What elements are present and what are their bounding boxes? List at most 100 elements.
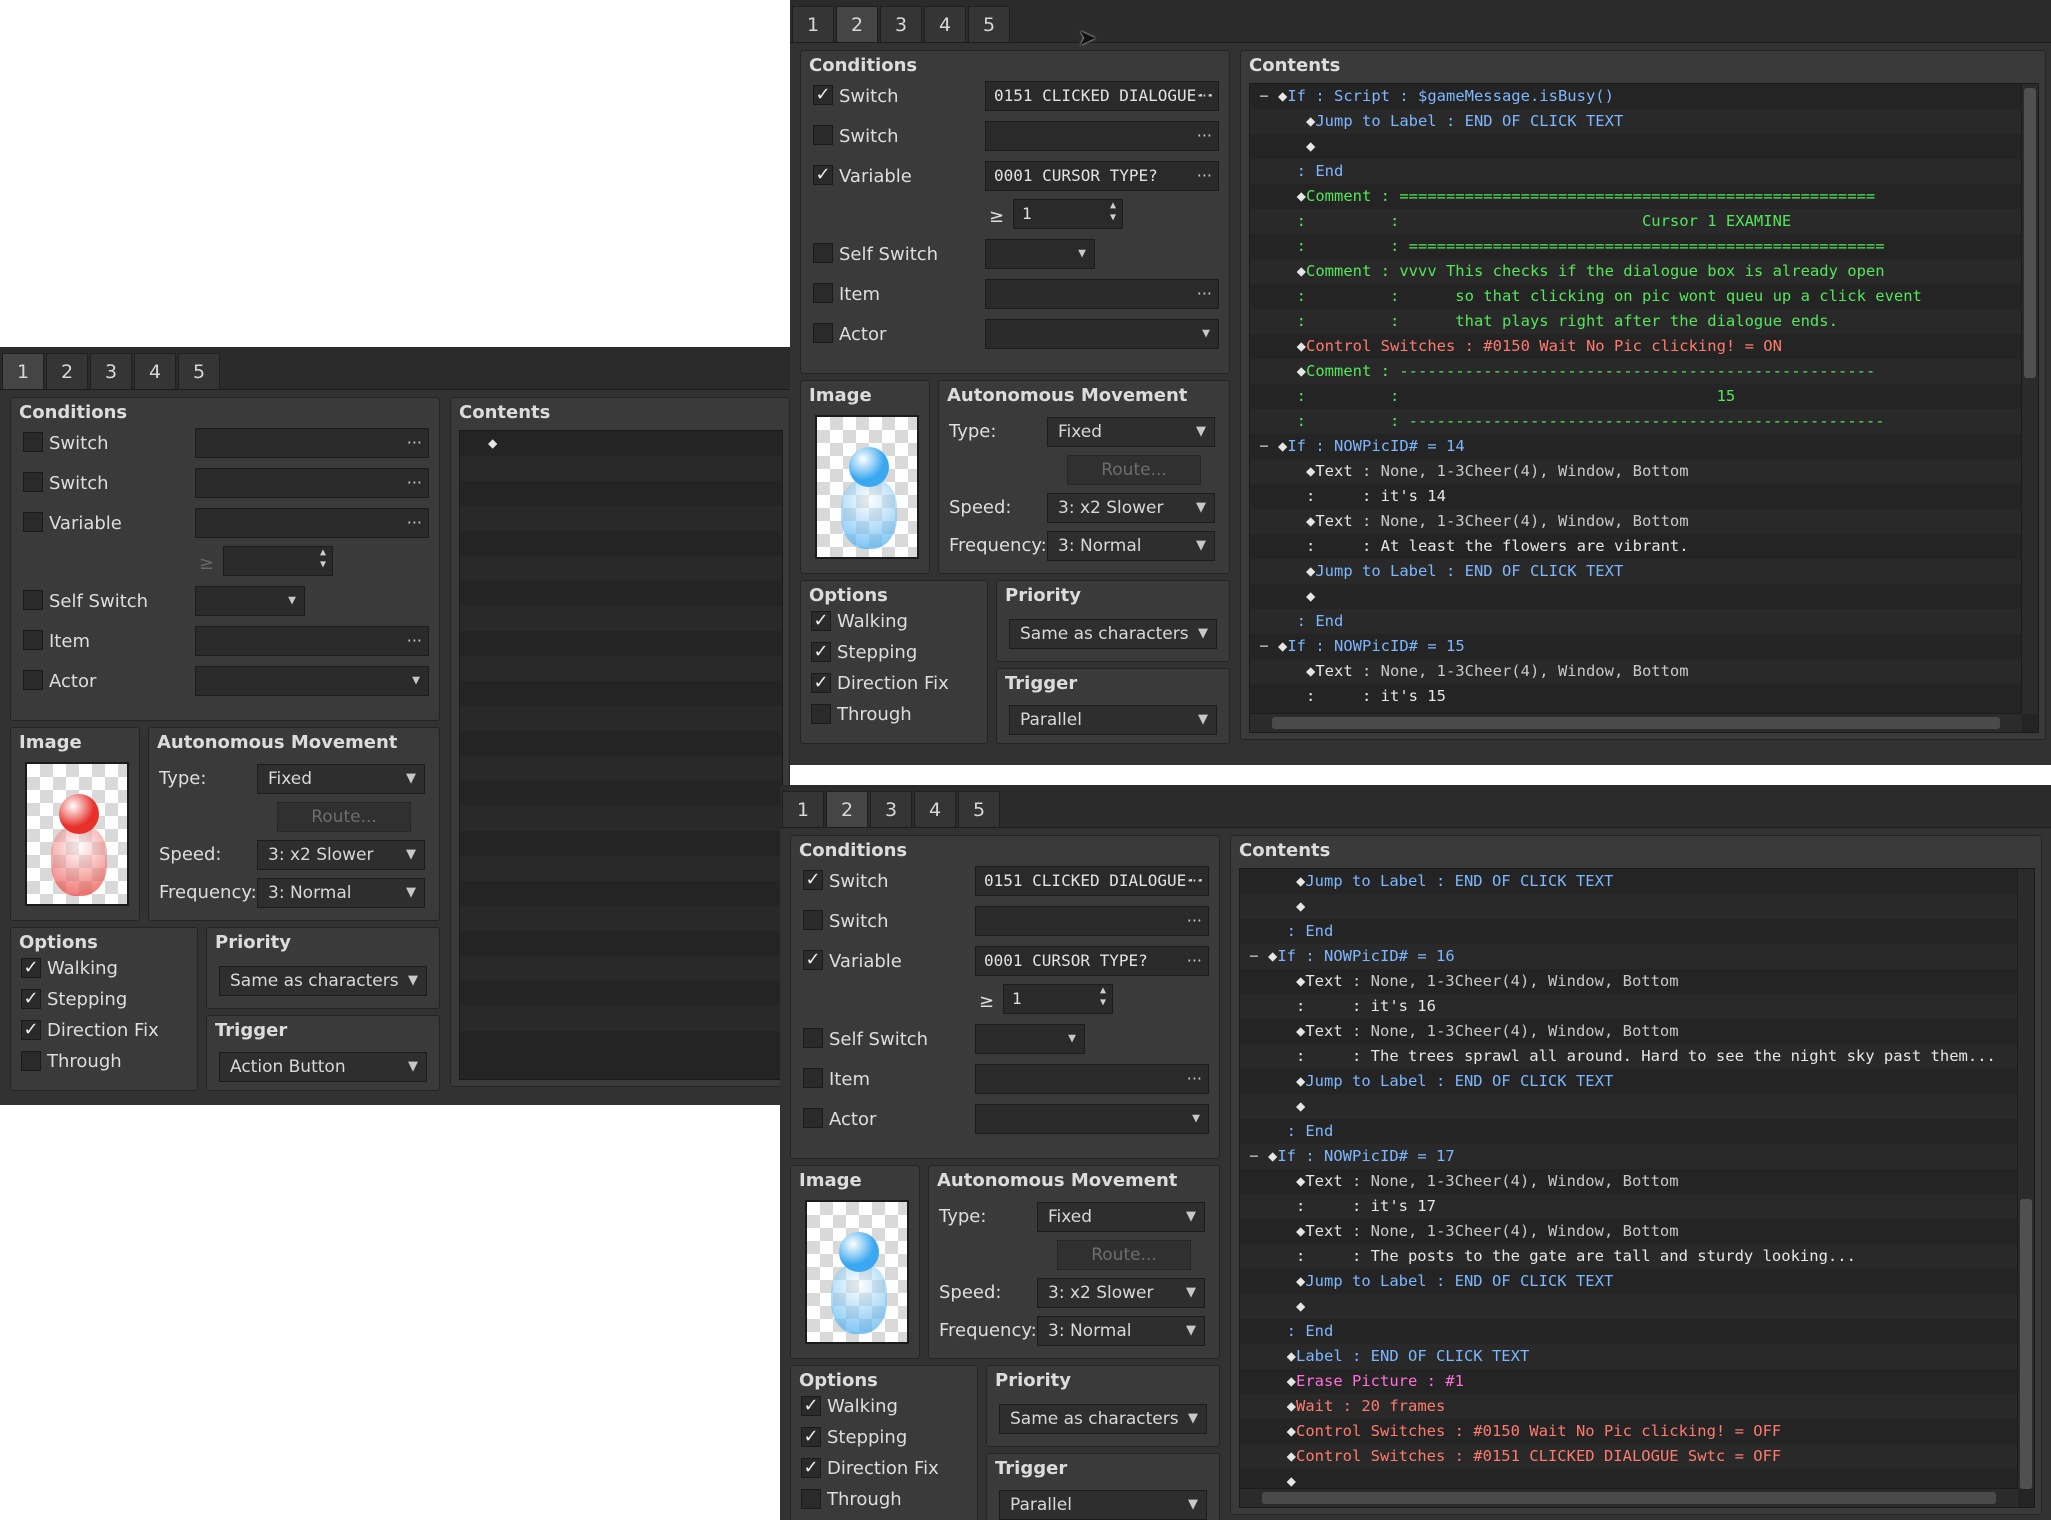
- variable-browse-icon[interactable]: ···: [1187, 947, 1202, 975]
- item-checkbox[interactable]: [813, 283, 833, 303]
- walking-checkbox[interactable]: ✓: [21, 958, 41, 978]
- command-row[interactable]: : End: [1240, 1119, 2034, 1144]
- command-row[interactable]: [460, 906, 782, 931]
- tab-3[interactable]: 3: [870, 791, 912, 827]
- actor-field[interactable]: ▼: [975, 1104, 1209, 1134]
- movement-frequency-select[interactable]: 3: Normal ▼: [1047, 531, 1215, 561]
- command-row[interactable]: ◆Control Switches : #0151 CLICKED DIALOG…: [1240, 1444, 2034, 1469]
- self-switch-checkbox[interactable]: [813, 243, 833, 263]
- self-switch-checkbox[interactable]: [23, 590, 43, 610]
- command-row[interactable]: [460, 856, 782, 881]
- tab-1[interactable]: 1: [2, 353, 44, 389]
- fold-toggle-icon[interactable]: −: [1240, 947, 1268, 965]
- item-browse-icon[interactable]: ···: [1187, 1065, 1202, 1093]
- fold-toggle-icon[interactable]: −: [1240, 1147, 1268, 1165]
- event-image-thumbnail[interactable]: [25, 762, 129, 906]
- command-row[interactable]: [460, 1006, 782, 1031]
- movement-type-select[interactable]: Fixed ▼: [1047, 417, 1215, 447]
- direction-fix-checkbox[interactable]: ✓: [801, 1458, 821, 1478]
- tab-4[interactable]: 4: [924, 6, 966, 42]
- command-row[interactable]: : : ====================================…: [1250, 234, 2038, 259]
- vertical-scrollbar[interactable]: [2021, 84, 2038, 714]
- switch-2-browse-icon[interactable]: ···: [1197, 122, 1212, 150]
- command-row[interactable]: : : 15: [1250, 384, 2038, 409]
- command-row[interactable]: − ◆If : NOWPicID# = 15: [1250, 634, 2038, 659]
- item-browse-icon[interactable]: ···: [1197, 280, 1212, 308]
- command-row[interactable]: : : At least the flowers are vibrant.: [1250, 534, 2038, 559]
- trigger-select[interactable]: Parallel ▼: [999, 1490, 1207, 1520]
- event-image-thumbnail[interactable]: [815, 415, 919, 559]
- variable-field[interactable]: 0001 CURSOR TYPE? ···: [985, 161, 1219, 191]
- tab-2[interactable]: 2: [46, 353, 88, 389]
- command-row[interactable]: : : it's 16: [1240, 994, 2034, 1019]
- movement-frequency-select[interactable]: 3: Normal ▼: [257, 878, 425, 908]
- item-field[interactable]: ···: [195, 626, 429, 656]
- fold-toggle-icon[interactable]: −: [1250, 637, 1278, 655]
- tab-3[interactable]: 3: [90, 353, 132, 389]
- command-row[interactable]: ◆: [1240, 1094, 2034, 1119]
- command-row[interactable]: − ◆If : NOWPicID# = 14: [1250, 434, 2038, 459]
- command-row[interactable]: [460, 831, 782, 856]
- scrollbar-thumb[interactable]: [2024, 88, 2036, 378]
- horizontal-scrollbar[interactable]: [1240, 1488, 2018, 1507]
- through-checkbox[interactable]: [801, 1489, 821, 1509]
- command-row[interactable]: [460, 981, 782, 1006]
- variable-browse-icon[interactable]: ···: [407, 509, 422, 537]
- fold-toggle-icon[interactable]: −: [1250, 87, 1278, 105]
- command-row[interactable]: ◆Control Switches : #0150 Wait No Pic cl…: [1250, 334, 2038, 359]
- command-row[interactable]: : : it's 14: [1250, 484, 2038, 509]
- command-row[interactable]: − ◆If : NOWPicID# = 16: [1240, 944, 2034, 969]
- command-row[interactable]: [460, 481, 782, 506]
- horizontal-scrollbar[interactable]: [1250, 713, 2022, 732]
- stepping-checkbox[interactable]: ✓: [801, 1427, 821, 1447]
- variable-checkbox[interactable]: [23, 512, 43, 532]
- command-row[interactable]: ◆Text : None, 1-3Cheer(4), Window, Botto…: [1240, 1219, 2034, 1244]
- switch-2-field[interactable]: ···: [975, 906, 1209, 936]
- command-row[interactable]: ◆: [1250, 134, 2038, 159]
- movement-frequency-select[interactable]: 3: Normal ▼: [1037, 1316, 1205, 1346]
- item-field[interactable]: ···: [985, 279, 1219, 309]
- switch-2-checkbox[interactable]: [803, 910, 823, 930]
- command-row[interactable]: : End: [1250, 159, 2038, 184]
- walking-checkbox[interactable]: ✓: [811, 611, 831, 631]
- command-row[interactable]: : : The posts to the gate are tall and s…: [1240, 1244, 2034, 1269]
- variable-amount-stepper[interactable]: ▲ ▼: [223, 546, 333, 576]
- self-switch-select[interactable]: ▼: [195, 586, 305, 616]
- command-row[interactable]: ◆Text : None, 1-3Cheer(4), Window, Botto…: [1250, 459, 2038, 484]
- switch-1-field[interactable]: 0151 CLICKED DIALOGUE··· ···: [975, 866, 1209, 896]
- actor-field[interactable]: ▼: [985, 319, 1219, 349]
- event-command-list[interactable]: ◆Jump to Label : END OF CLICK TEXT ◆ : E…: [1239, 868, 2035, 1508]
- command-row[interactable]: [460, 781, 782, 806]
- self-switch-checkbox[interactable]: [803, 1028, 823, 1048]
- tab-5[interactable]: 5: [968, 6, 1010, 42]
- command-row[interactable]: ◆Jump to Label : END OF CLICK TEXT: [1240, 1269, 2034, 1294]
- stepping-checkbox[interactable]: ✓: [21, 989, 41, 1009]
- command-row[interactable]: [460, 681, 782, 706]
- direction-fix-checkbox[interactable]: ✓: [811, 673, 831, 693]
- movement-speed-select[interactable]: 3: x2 Slower ▼: [1047, 493, 1215, 523]
- self-switch-select[interactable]: ▼: [975, 1024, 1085, 1054]
- command-row[interactable]: ◆Text : None, 1-3Cheer(4), Window, Botto…: [1240, 1169, 2034, 1194]
- event-command-list[interactable]: ◆: [459, 430, 783, 1080]
- priority-select[interactable]: Same as characters ▼: [1009, 619, 1217, 649]
- tab-5[interactable]: 5: [958, 791, 1000, 827]
- route-button[interactable]: Route...: [277, 802, 411, 832]
- command-row[interactable]: [460, 731, 782, 756]
- tab-2[interactable]: 2: [836, 6, 878, 42]
- switch-1-field[interactable]: ···: [195, 428, 429, 458]
- variable-field[interactable]: ···: [195, 508, 429, 538]
- direction-fix-checkbox[interactable]: ✓: [21, 1020, 41, 1040]
- command-row[interactable]: [460, 606, 782, 631]
- command-row[interactable]: ◆Text : None, 1-3Cheer(4), Window, Botto…: [1240, 1019, 2034, 1044]
- switch-2-browse-icon[interactable]: ···: [407, 469, 422, 497]
- command-row[interactable]: ◆Jump to Label : END OF CLICK TEXT: [1250, 559, 2038, 584]
- movement-type-select[interactable]: Fixed ▼: [257, 764, 425, 794]
- command-row[interactable]: [460, 581, 782, 606]
- command-row[interactable]: ◆: [1240, 1294, 2034, 1319]
- scrollbar-thumb[interactable]: [1272, 717, 2000, 729]
- command-row[interactable]: [460, 956, 782, 981]
- switch-2-field[interactable]: ···: [195, 468, 429, 498]
- route-button[interactable]: Route...: [1057, 1240, 1191, 1270]
- command-row[interactable]: [460, 1031, 782, 1056]
- command-row[interactable]: : : The trees sprawl all around. Hard to…: [1240, 1044, 2034, 1069]
